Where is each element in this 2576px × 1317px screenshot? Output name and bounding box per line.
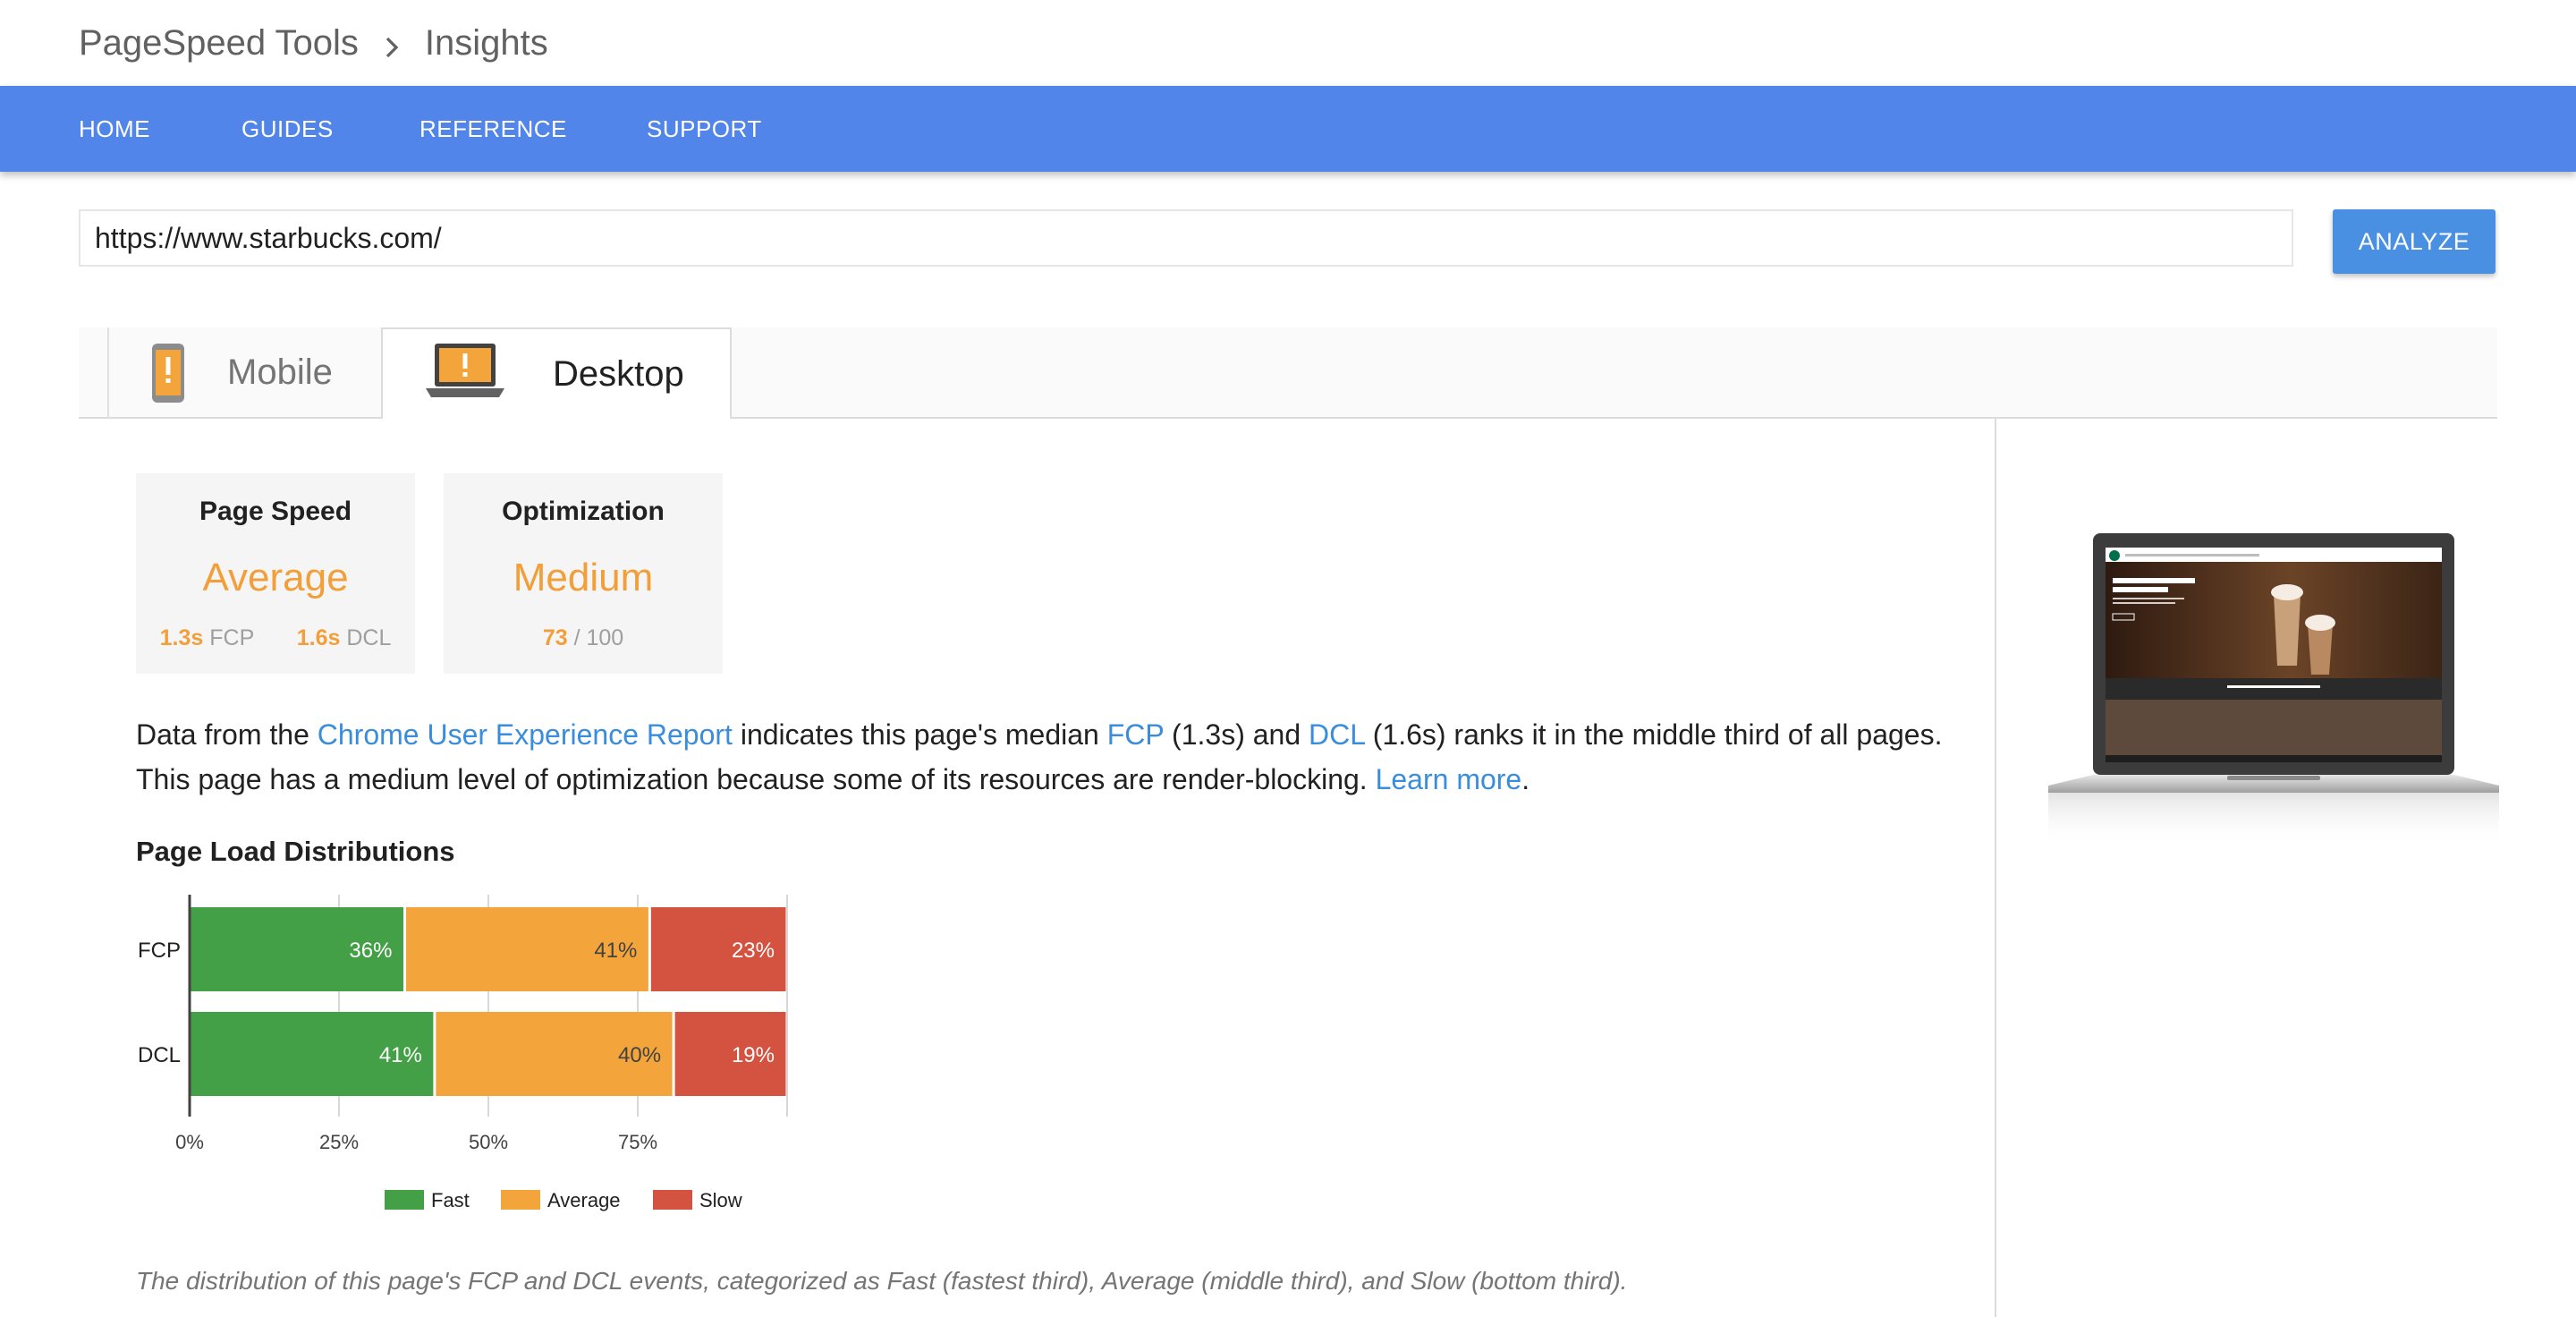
top-nav-bar: HOME GUIDES REFERENCE SUPPORT — [0, 86, 2576, 172]
description-text: (1.3s) and — [1164, 718, 1309, 751]
chart-tick-label: 50% — [469, 1131, 508, 1153]
chart-legend-swatch — [501, 1190, 540, 1210]
description-text: This page has a medium level of optimiza… — [136, 763, 1376, 795]
nav-reference[interactable]: REFERENCE — [419, 86, 567, 172]
fcp-label: FCP — [209, 625, 254, 650]
content-divider — [1995, 417, 1996, 1317]
page-speed-title: Page Speed — [199, 497, 352, 526]
desktop-screenshot-preview — [2048, 533, 2499, 846]
chart-data-label: 41% — [379, 1043, 422, 1067]
chevron-right-icon — [378, 30, 405, 58]
chrome-ux-report-link[interactable]: Chrome User Experience Report — [318, 718, 733, 751]
chart-data-label: 40% — [618, 1043, 661, 1067]
optimization-value: Medium — [513, 556, 654, 599]
description-text: . — [1521, 763, 1530, 795]
breadcrumb: PageSpeed Tools Insights — [79, 16, 548, 70]
page-speed-card: Page Speed Average 1.3s FCP 1.6s DCL — [136, 473, 415, 674]
chart-data-label: 41% — [594, 939, 637, 963]
chart-category-label: FCP — [138, 939, 181, 963]
optimization-title: Optimization — [502, 497, 665, 526]
optimization-score: 73 / 100 — [444, 625, 723, 651]
chart-legend-label: Slow — [699, 1189, 742, 1211]
report-description: Data from the Chrome User Experience Rep… — [136, 712, 1961, 802]
chart-category-label: DCL — [138, 1043, 181, 1067]
tab-desktop[interactable]: Desktop — [381, 327, 732, 419]
dcl-link[interactable]: DCL — [1309, 718, 1365, 751]
url-input[interactable] — [79, 209, 2293, 267]
chart-data-label: 36% — [349, 939, 392, 963]
chart-legend-swatch — [385, 1190, 424, 1210]
learn-more-link[interactable]: Learn more — [1376, 763, 1522, 795]
distribution-heading: Page Load Distributions — [136, 836, 455, 867]
page-load-distribution-chart: 36% 41% 23% FCP 41% 40% 19% DCL 0% 25% 50% 75% Fast A… — [138, 895, 788, 1211]
chart-legend-label: Average — [547, 1189, 621, 1211]
chart-tick-label: 25% — [319, 1131, 359, 1153]
dcl-label: DCL — [346, 625, 392, 650]
chart-data-label: 19% — [732, 1043, 775, 1067]
mobile-phone-warning-icon — [152, 344, 184, 403]
tab-desktop-label: Desktop — [553, 354, 684, 394]
chart-tick-label: 75% — [618, 1131, 657, 1153]
breadcrumb-insights[interactable]: Insights — [425, 23, 548, 64]
chart-legend-swatch — [653, 1190, 692, 1210]
distribution-caption: The distribution of this page's FCP and … — [136, 1267, 1628, 1295]
page-speed-value: Average — [202, 556, 349, 599]
dcl-value: 1.6s — [296, 625, 341, 650]
optimization-score-max: / 100 — [573, 625, 624, 650]
fcp-value: 1.3s — [159, 625, 204, 650]
optimization-score-value: 73 — [542, 625, 568, 650]
nav-home[interactable]: HOME — [79, 86, 150, 172]
chart-data-label: 23% — [732, 939, 775, 963]
nav-guides[interactable]: GUIDES — [242, 86, 334, 172]
fcp-link[interactable]: FCP — [1107, 718, 1164, 751]
tab-mobile-label: Mobile — [227, 353, 333, 392]
chart-tick-label: 0% — [175, 1131, 204, 1153]
nav-support[interactable]: SUPPORT — [647, 86, 762, 172]
description-text: indicates this page's median — [732, 718, 1107, 751]
chart-legend-label: Fast — [431, 1189, 470, 1211]
optimization-card: Optimization Medium 73 / 100 — [444, 473, 723, 674]
description-text: (1.6s) ranks it in the middle third of a… — [1364, 718, 1943, 751]
page-speed-metrics: 1.3s FCP 1.6s DCL — [136, 625, 415, 651]
analyze-button[interactable]: ANALYZE — [2333, 209, 2496, 274]
description-text: Data from the — [136, 718, 318, 751]
tab-mobile[interactable]: Mobile — [107, 327, 381, 417]
breadcrumb-pagespeed-tools[interactable]: PageSpeed Tools — [79, 23, 359, 64]
laptop-warning-icon — [426, 344, 504, 397]
